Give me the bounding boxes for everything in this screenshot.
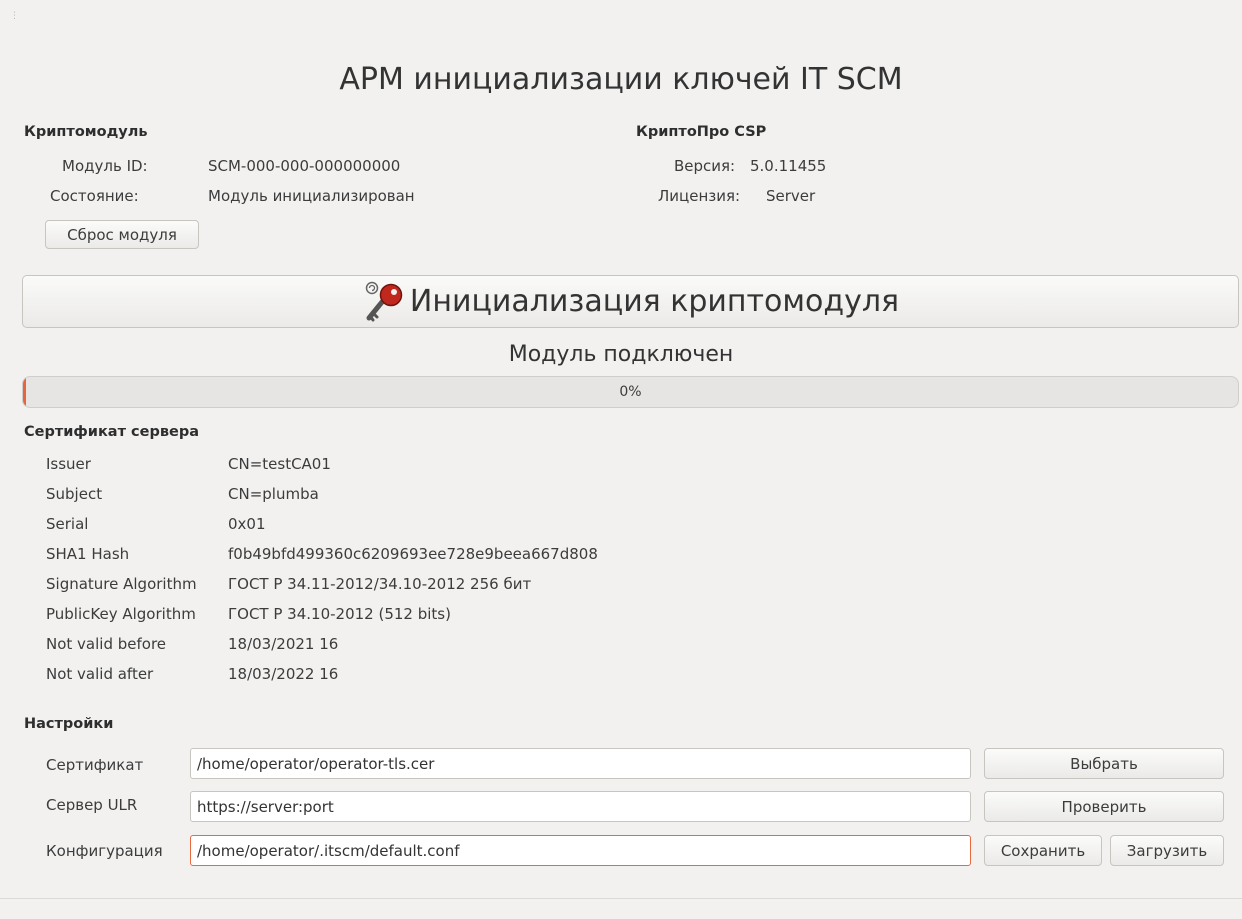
cert-not-valid-before-label: Not valid before (46, 635, 167, 653)
cert-publickey-algorithm-value: ГОСТ Р 34.10-2012 (512 bits) (228, 605, 451, 623)
cert-sha1-value: f0b49bfd499360c6209693ee728e9beea667d808 (228, 545, 598, 563)
license-label: Лицензия: (658, 187, 741, 205)
save-configuration-button[interactable]: Сохранить (984, 835, 1102, 866)
app-title: АРМ инициализации ключей IT SCM (339, 62, 903, 97)
cert-serial-label: Serial (46, 515, 89, 533)
cryptopro-heading: КриптоПро CSP (636, 124, 767, 140)
check-server-button[interactable]: Проверить (984, 791, 1224, 822)
bottom-divider (0, 898, 1242, 899)
connection-status: Модуль подключен (508, 342, 734, 367)
initialize-module-label: Инициализация криптомодуля (409, 284, 900, 319)
cert-not-valid-before-value: 18/03/2021 16 (228, 635, 339, 653)
license-value: Server (766, 187, 816, 205)
settings-heading: Настройки (24, 716, 114, 732)
module-id-value: SCM-000-000-000000000 (208, 157, 401, 175)
cert-serial-value: 0x01 (228, 515, 266, 533)
cert-signature-algorithm-value: ГОСТ Р 34.11-2012/34.10-2012 256 бит (228, 575, 532, 593)
certificate-path-label: Сертификат (46, 756, 144, 774)
cert-issuer-label: Issuer (46, 455, 91, 473)
state-value: Модуль инициализирован (208, 187, 415, 205)
cert-sha1-label: SHA1 Hash (46, 545, 130, 563)
server-certificate-heading: Сертификат сервера (24, 424, 200, 440)
cert-subject-label: Subject (46, 485, 103, 503)
initialize-module-button[interactable]: Инициализация криптомодуля (22, 275, 1239, 328)
drag-grip-icon[interactable]: ⋮ (10, 12, 19, 21)
certificate-path-input[interactable] (190, 748, 971, 779)
server-url-label: Сервер ULR (46, 796, 138, 814)
version-label: Версия: (674, 157, 736, 175)
server-url-input[interactable] (190, 791, 971, 822)
cert-subject-value: CN=plumba (228, 485, 319, 503)
version-value: 5.0.11455 (750, 157, 827, 175)
state-label: Состояние: (50, 187, 139, 205)
module-id-label: Модуль ID: (62, 157, 148, 175)
key-icon (362, 280, 408, 324)
cert-publickey-algorithm-label: PublicKey Algorithm (46, 605, 196, 623)
cert-not-valid-after-label: Not valid after (46, 665, 154, 683)
progress-text: 0% (619, 384, 642, 400)
configuration-path-input[interactable] (190, 835, 971, 866)
app-window: ⋮ АРМ инициализации ключей IT SCM Крипто… (0, 0, 1242, 919)
progress-bar: 0% (22, 376, 1239, 408)
cert-signature-algorithm-label: Signature Algorithm (46, 575, 197, 593)
configuration-path-label: Конфигурация (46, 842, 163, 860)
choose-certificate-button[interactable]: Выбрать (984, 748, 1224, 779)
reset-module-button[interactable]: Сброс модуля (45, 220, 199, 249)
cryptomodule-heading: Криптомодуль (24, 124, 148, 140)
cert-not-valid-after-value: 18/03/2022 16 (228, 665, 339, 683)
cert-issuer-value: CN=testCA01 (228, 455, 331, 473)
load-configuration-button[interactable]: Загрузить (1110, 835, 1224, 866)
